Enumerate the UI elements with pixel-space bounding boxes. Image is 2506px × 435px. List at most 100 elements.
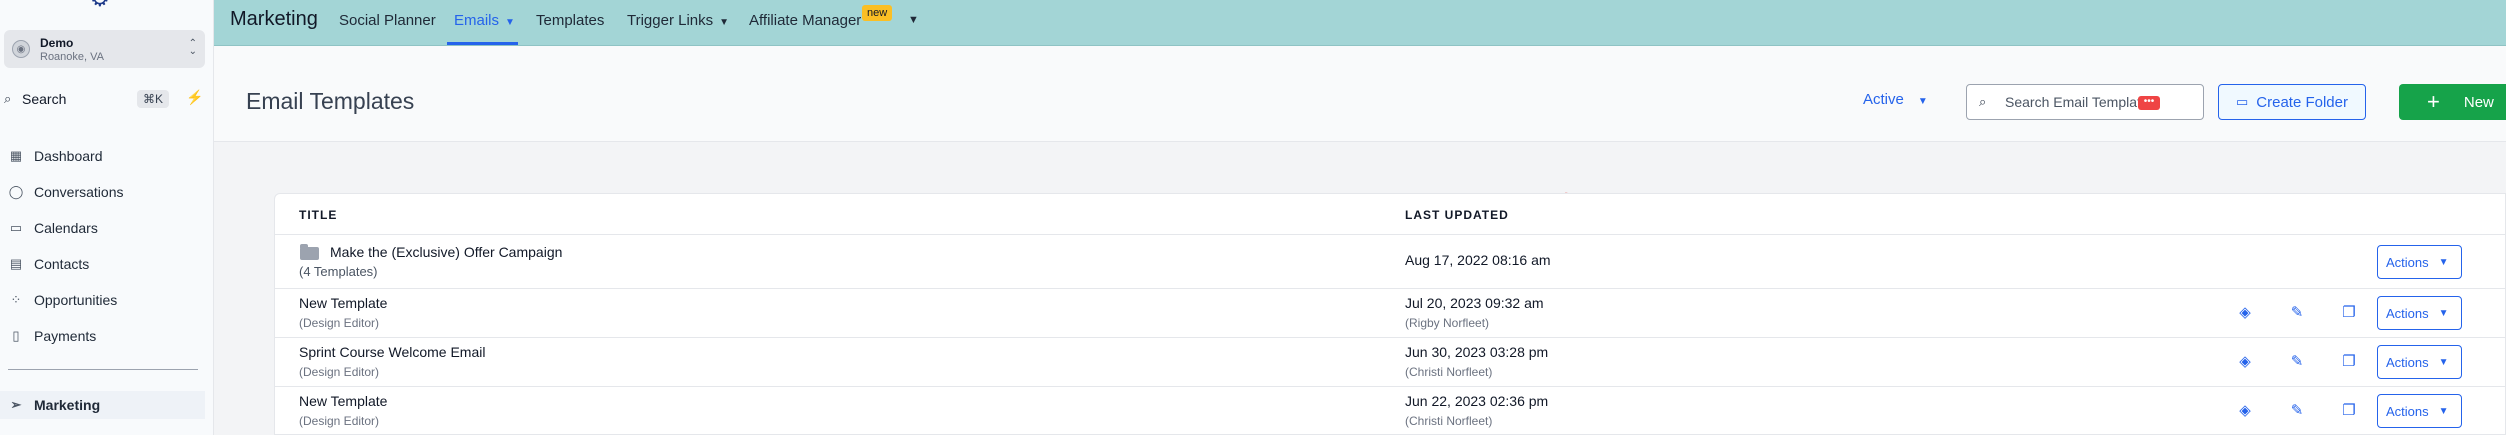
last-updated-date: Jun 30, 2023 03:28 pm: [1405, 344, 1549, 360]
create-folder-button[interactable]: ▭ Create Folder: [2218, 84, 2366, 120]
copy-icon[interactable]: ❐: [2340, 401, 2358, 419]
gear-icon: ⚙: [90, 0, 114, 10]
table-row[interactable]: New Template (Design Editor) Jul 20, 202…: [275, 288, 2506, 337]
table-row[interactable]: Make the (Exclusive) Offer Campaign (4 T…: [275, 234, 2506, 288]
copy-icon[interactable]: ❐: [2340, 303, 2358, 321]
actions-label: Actions: [2386, 254, 2429, 270]
actions-button[interactable]: Actions ▼: [2377, 296, 2462, 330]
last-updated-by: (Rigby Norfleet): [1405, 316, 1490, 330]
create-folder-label: Create Folder: [2256, 93, 2348, 111]
account-name: Demo: [40, 35, 74, 50]
new-template-button[interactable]: + New: [2399, 84, 2506, 120]
payments-icon: ▯: [12, 328, 20, 343]
chevron-down-icon: ▼: [505, 17, 515, 28]
folder-icon: [300, 244, 319, 260]
search-icon: ⌕: [4, 91, 12, 106]
last-updated-by: (Christi Norfleet): [1405, 414, 1493, 428]
actions-label: Actions: [2386, 305, 2429, 321]
grid-icon: ▦: [9, 148, 23, 163]
template-title[interactable]: New Template: [299, 295, 387, 311]
folder-icon: ▭: [2235, 94, 2249, 109]
sidebar-item-opportunities[interactable]: ⁘ Opportunities: [0, 286, 205, 314]
folder-count: (4 Templates): [299, 264, 378, 279]
calendar-icon: ▭: [9, 220, 23, 235]
template-title[interactable]: Sprint Course Welcome Email: [299, 344, 485, 360]
sidebar: ⚙ ◉ Demo Roanoke, VA ⌃⌄ ⌕ Search ⌘K ⚡ ▦ …: [0, 0, 214, 435]
app-title: Marketing: [230, 8, 318, 30]
sidebar-item-contacts[interactable]: ▤ Contacts: [0, 250, 205, 278]
chevron-down-icon: ▼: [2438, 356, 2449, 368]
sidebar-search-label: Search: [22, 91, 67, 107]
sidebar-item-label: Opportunities: [34, 292, 118, 308]
preview-icon[interactable]: ◈: [2236, 303, 2254, 321]
last-updated-date: Jun 22, 2023 02:36 pm: [1405, 393, 1549, 409]
last-updated-date: Aug 17, 2022 08:16 am: [1405, 252, 1551, 268]
tab-label: Social Planner: [339, 12, 436, 29]
edit-pencil-icon[interactable]: ✎: [2288, 401, 2306, 419]
actions-button[interactable]: Actions ▼: [2377, 394, 2462, 428]
sidebar-item-calendars[interactable]: ▭ Calendars: [0, 214, 205, 242]
column-header-last-updated[interactable]: LAST UPDATED: [1405, 208, 1509, 222]
chevron-down-icon: ▼: [719, 17, 730, 28]
tab-trigger-links[interactable]: Trigger Links ▼: [627, 12, 729, 29]
status-filter-dropdown[interactable]: Active ▼: [1863, 91, 1928, 108]
top-nav-bar: Marketing Social Planner Emails ▼ Templat…: [214, 0, 2506, 46]
edit-pencil-icon[interactable]: ✎: [2288, 352, 2306, 370]
sidebar-item-label: Contacts: [34, 256, 90, 272]
preview-icon[interactable]: ◈: [2236, 352, 2254, 370]
search-shortcut: ⌘K: [137, 90, 170, 108]
table-row[interactable]: Sprint Course Welcome Email (Design Edit…: [275, 337, 2506, 386]
tab-label: Trigger Links: [627, 12, 714, 29]
copy-icon[interactable]: ❐: [2340, 352, 2358, 370]
plus-icon: +: [2427, 89, 2440, 114]
tab-affiliate-manager[interactable]: Affiliate Manager: [749, 12, 861, 29]
new-button-label: New: [2463, 93, 2494, 111]
sidebar-item-conversations[interactable]: ◯ Conversations: [0, 178, 205, 206]
chevron-updown-icon: ⌃ ⌄: [188, 38, 197, 57]
extension-badge-icon[interactable]: •••: [2138, 96, 2160, 110]
sidebar-item-label: Conversations: [34, 184, 124, 200]
page-header: Email Templates Active ▼ ⌕ ••• ▭ Create F…: [214, 46, 2506, 142]
send-icon: ➢: [10, 397, 22, 412]
new-badge: new: [862, 5, 893, 21]
opportunities-icon: ⁘: [10, 292, 22, 307]
sidebar-item-payments[interactable]: ▯ Payments: [0, 322, 205, 350]
preview-icon[interactable]: ◈: [2236, 401, 2254, 419]
column-header-title[interactable]: TITLE: [299, 208, 337, 222]
template-editor-type: (Design Editor): [299, 414, 380, 428]
template-search-box: ⌕ •••: [1966, 84, 2204, 120]
tab-label: Emails: [454, 12, 500, 29]
template-editor-type: (Design Editor): [299, 316, 380, 330]
actions-label: Actions: [2386, 403, 2429, 419]
lightning-icon[interactable]: ⚡: [186, 89, 203, 106]
chevron-down-icon: ▼: [2438, 307, 2449, 319]
sidebar-item-dashboard[interactable]: ▦ Dashboard: [0, 142, 205, 170]
sidebar-item-marketing[interactable]: ➢ Marketing: [0, 391, 205, 419]
last-updated-by: (Christi Norfleet): [1405, 365, 1493, 379]
sidebar-item-label: Payments: [34, 328, 97, 344]
sidebar-item-label: Calendars: [34, 220, 98, 236]
actions-button[interactable]: Actions ▼: [2377, 345, 2462, 379]
edit-pencil-icon[interactable]: ✎: [2288, 303, 2306, 321]
sidebar-search[interactable]: ⌕ Search ⌘K ⚡: [0, 88, 205, 110]
template-editor-type: (Design Editor): [299, 365, 380, 379]
sidebar-divider: [8, 369, 198, 370]
tab-templates[interactable]: Templates: [536, 12, 604, 29]
table-row[interactable]: New Template (Design Editor) Jun 22, 202…: [275, 386, 2506, 435]
account-switcher[interactable]: ◉ Demo Roanoke, VA ⌃ ⌄: [4, 30, 205, 68]
chevron-down-icon[interactable]: ▼: [908, 14, 919, 26]
folder-title[interactable]: Make the (Exclusive) Offer Campaign: [330, 244, 562, 260]
status-filter-label: Active: [1863, 91, 1904, 108]
tab-emails[interactable]: Emails ▼: [454, 12, 515, 29]
sidebar-item-label: Marketing: [34, 397, 101, 413]
tab-social-planner[interactable]: Social Planner: [339, 12, 436, 29]
chat-icon: ◯: [8, 184, 24, 199]
contacts-icon: ▤: [9, 256, 23, 271]
chevron-down-icon: ▼: [2438, 405, 2449, 417]
actions-button[interactable]: Actions ▼: [2377, 245, 2462, 279]
chevron-down-icon: ▼: [1917, 96, 1928, 107]
template-title[interactable]: New Template: [299, 393, 387, 409]
search-icon: ⌕: [1979, 94, 1987, 109]
tab-label: Affiliate Manager: [749, 12, 862, 29]
last-updated-date: Jul 20, 2023 09:32 am: [1405, 295, 1544, 311]
